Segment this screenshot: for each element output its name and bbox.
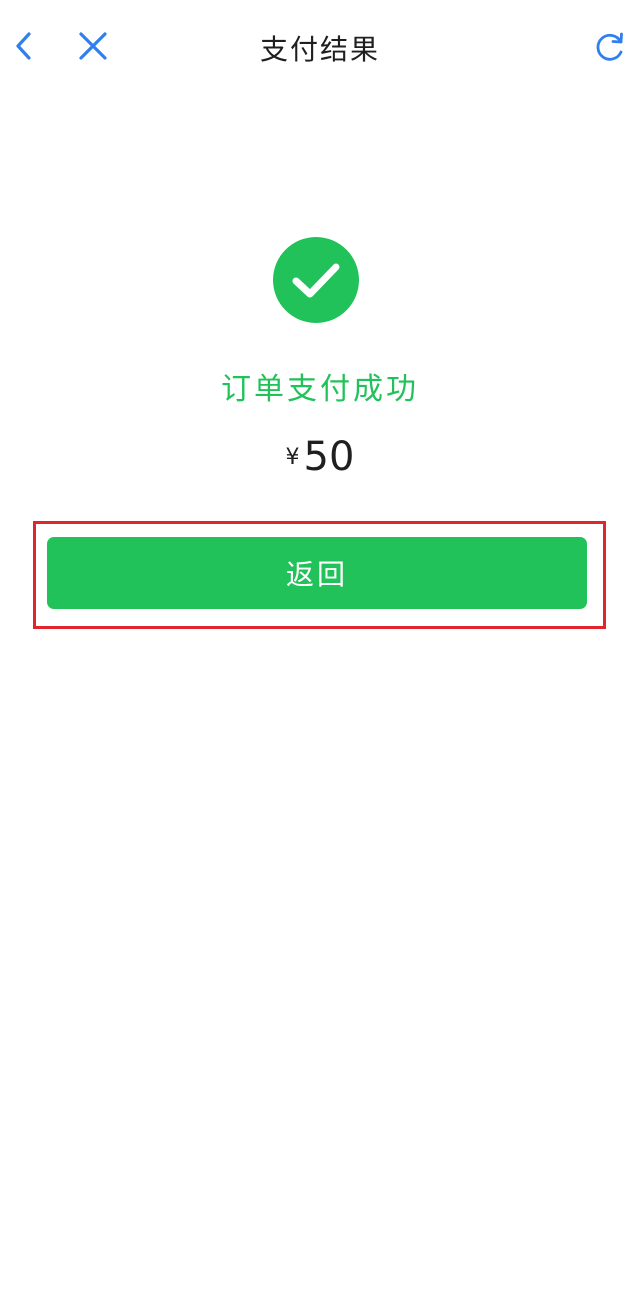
refresh-icon[interactable] — [588, 22, 632, 70]
currency-symbol: ¥ — [285, 445, 300, 470]
navigation-bar: 支付结果 — [0, 0, 640, 92]
amount-value: 50 — [303, 434, 355, 480]
page-title: 支付结果 — [259, 33, 380, 66]
back-button[interactable]: 返回 — [47, 537, 587, 609]
payment-status-text: 订单支付成功 — [221, 372, 419, 407]
check-circle-icon — [273, 237, 359, 323]
payment-amount: ¥50 — [0, 434, 640, 480]
